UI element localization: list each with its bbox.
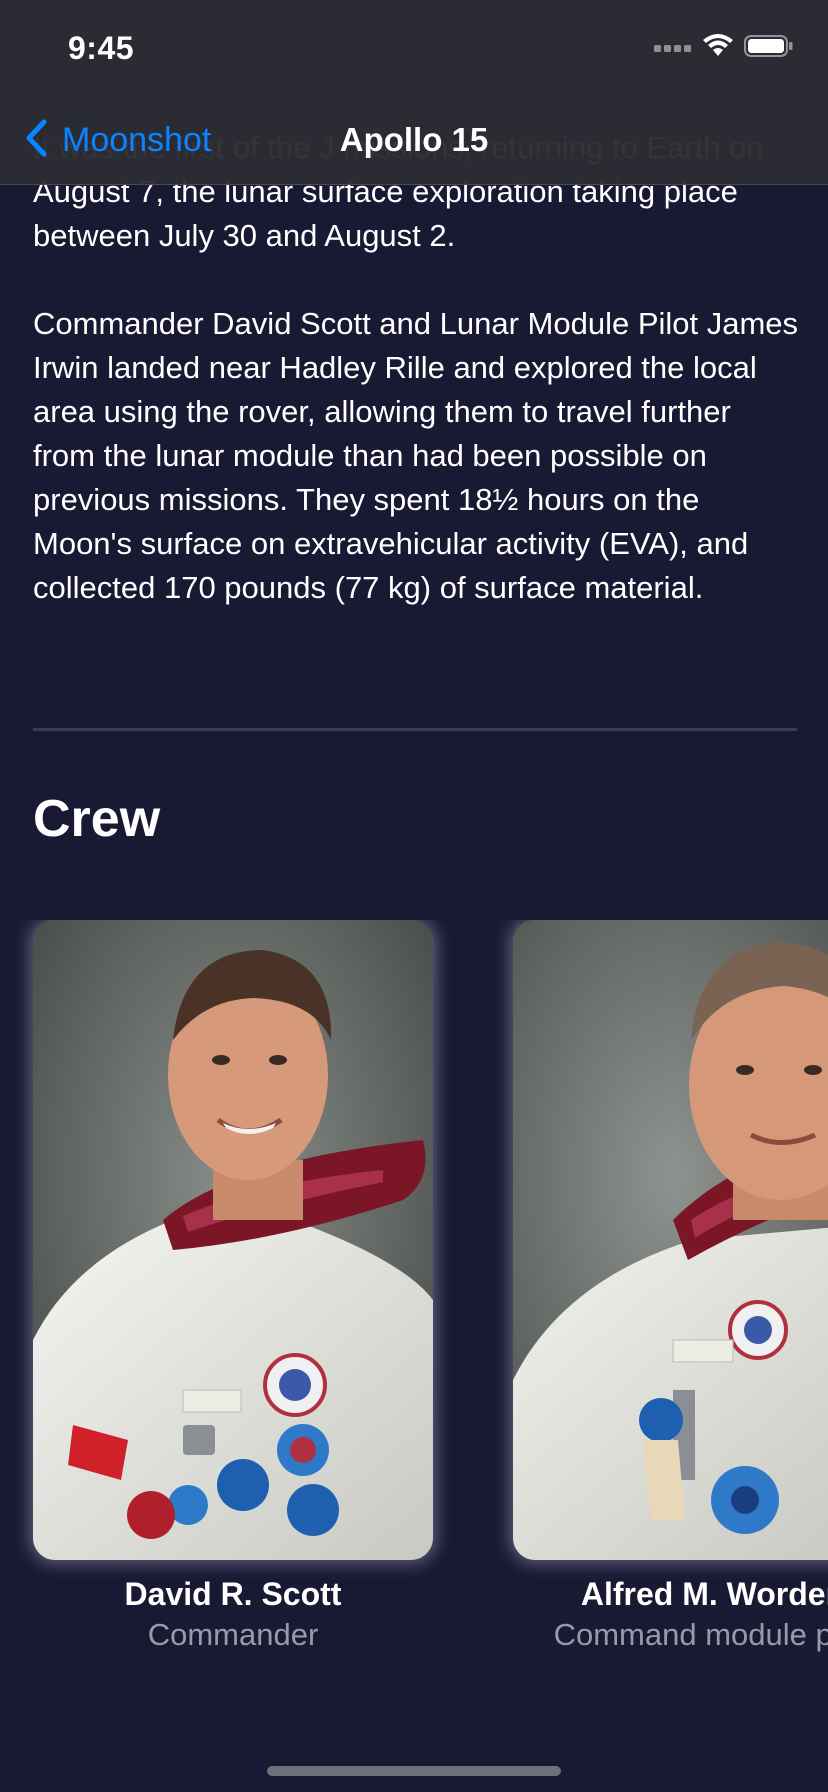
astronaut-photo — [33, 920, 433, 1560]
navigation-bar: 9:45 Moonshot Apollo 15 — [0, 0, 828, 185]
signal-icon — [654, 40, 692, 58]
mission-detail-scroll[interactable]: It was the first of the J missions, retu… — [0, 0, 828, 1792]
description-paragraph: Commander David Scott and Lunar Module P… — [33, 306, 799, 605]
section-divider — [33, 728, 797, 731]
crew-member-role: Commander — [147, 1617, 319, 1652]
astronaut-photo — [513, 920, 828, 1560]
crew-member-name: Alfred M. Worden — [580, 1576, 828, 1612]
crew-section-title: Crew — [33, 790, 161, 848]
crew-card[interactable]: Alfred M. Worden Command module pilot — [513, 920, 828, 1656]
crew-member-name: David R. Scott — [124, 1576, 342, 1612]
crew-member-role: Command module pilot — [553, 1617, 828, 1652]
home-indicator[interactable] — [267, 1766, 561, 1776]
status-time: 9:45 — [68, 30, 135, 66]
crew-horizontal-scroll[interactable]: David R. Scott Commander Alfred M. Worde… — [0, 920, 828, 1680]
crew-card[interactable]: David R. Scott Commander — [33, 920, 433, 1656]
battery-icon — [744, 34, 794, 63]
mission-description: It was the first of the J missions, retu… — [33, 130, 801, 654]
wifi-icon — [702, 34, 734, 63]
status-icons — [654, 34, 794, 63]
page-title: Apollo 15 — [339, 121, 489, 158]
